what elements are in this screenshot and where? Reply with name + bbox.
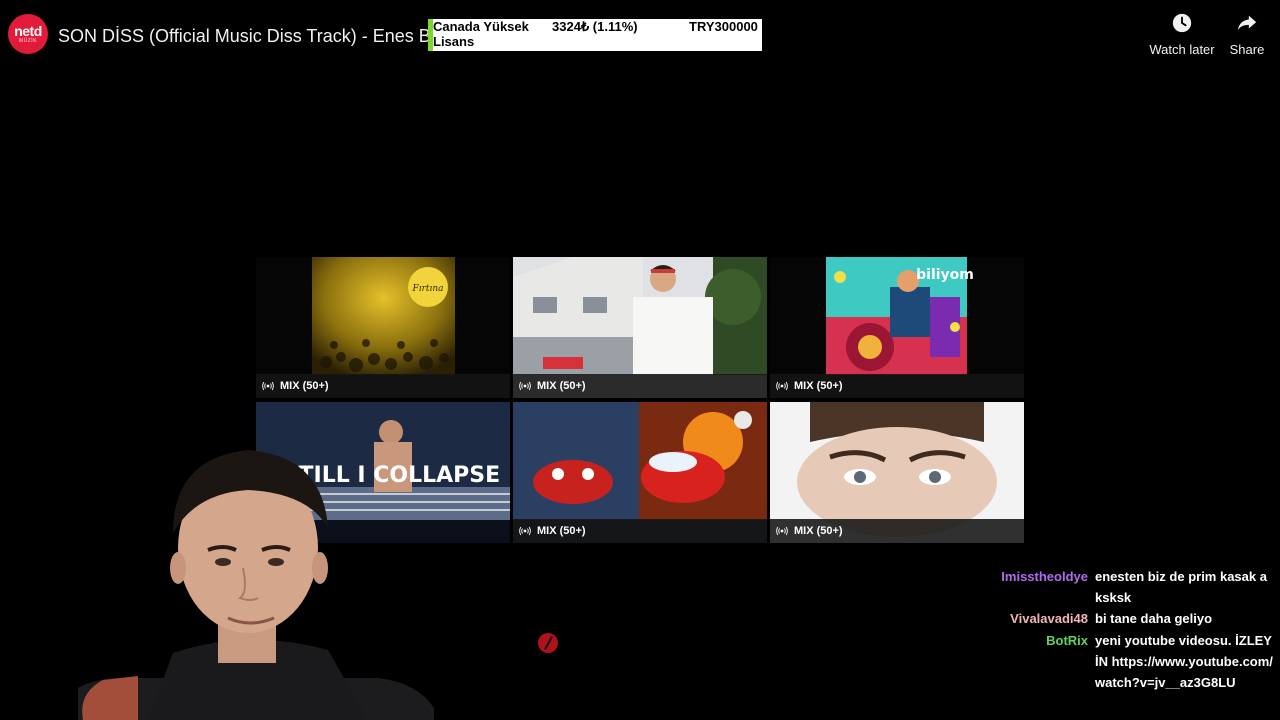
stock-ticker-overlay: Canada Yüksek Lisans 3324₺ (1.11%) TRY30… <box>428 19 762 51</box>
mix-label: MIX (50+) <box>794 525 843 537</box>
chat-username[interactable]: Imisstheoldye <box>960 566 1088 587</box>
share-button[interactable]: Share <box>1224 12 1270 62</box>
radio-wave-icon <box>262 381 274 391</box>
mix-badge: MIX (50+) <box>770 374 1024 398</box>
chat-message-text: yeni youtube videosu. İZLEYİN https://ww… <box>1095 633 1273 690</box>
channel-logo-text: netd <box>14 22 42 39</box>
share-arrow-icon <box>1237 15 1257 31</box>
watch-later-label: Watch later <box>1149 42 1215 57</box>
mix-label: MIX (50+) <box>537 525 586 537</box>
channel-logo-subtext: MÜZİK <box>18 37 38 44</box>
radio-wave-icon <box>519 381 531 391</box>
mix-badge: MIX (50+) <box>513 519 767 543</box>
ticker-price: 3324₺ (1.11%) <box>552 19 638 34</box>
ticker-volume: TRY300000 <box>689 19 758 34</box>
thumbnail-overlay-text: biliyom <box>916 267 974 283</box>
mix-label: MIX (50+) <box>537 380 586 392</box>
mix-badge: MIX (50+) <box>513 374 767 398</box>
chat-message: Imisstheoldye enesten biz de prim kasak … <box>960 566 1278 608</box>
mix-label: MIX (50+) <box>794 380 843 392</box>
thumbnail-overlay-text: Fırtına <box>411 284 443 294</box>
watermark-text <box>566 634 570 652</box>
end-screen-tile[interactable]: MIX (50+) <box>513 402 767 543</box>
watch-later-button[interactable]: Watch later <box>1144 12 1220 62</box>
video-player[interactable]: netd MÜZİK SON DİSS (Official Music Diss… <box>0 0 1280 720</box>
channel-logo[interactable]: netd MÜZİK <box>8 14 48 54</box>
radio-wave-icon <box>519 526 531 536</box>
mix-badge: MIX (50+) <box>256 374 510 398</box>
end-screen-tile[interactable]: biliyom MIX (50+) <box>770 257 1024 398</box>
channel-watermark[interactable] <box>536 628 678 658</box>
chat-message-text: bi tane daha geliyo <box>1095 611 1213 626</box>
end-screen-tile[interactable]: MIX (50+) <box>513 257 767 398</box>
end-screen-tile[interactable]: MIX (50+) <box>770 402 1024 543</box>
clock-icon <box>1172 13 1192 33</box>
streamer-webcam <box>78 450 434 720</box>
mix-label: MIX (50+) <box>280 380 329 392</box>
watermark-logo-icon <box>538 633 558 653</box>
radio-wave-icon <box>776 381 788 391</box>
share-label: Share <box>1229 42 1265 57</box>
radio-wave-icon <box>776 526 788 536</box>
mix-badge: MIX (50+) <box>770 519 1024 543</box>
chat-username[interactable]: Vivalavadi48 <box>960 608 1088 629</box>
chat-message: Vivalavadi48 bi tane daha geliyo <box>960 608 1278 630</box>
video-title[interactable]: SON DİSS (Official Music Diss Track) - E… <box>58 24 430 50</box>
ticker-name: Canada Yüksek Lisans <box>433 19 529 49</box>
chat-username[interactable]: BotRix <box>960 630 1088 651</box>
chat-message-text: enesten biz de prim kasak aksksk <box>1095 569 1267 605</box>
chat-message: BotRix yeni youtube videosu. İZLEYİN htt… <box>960 630 1278 716</box>
end-screen-tile[interactable]: Fırtına MIX (50+) <box>256 257 510 398</box>
